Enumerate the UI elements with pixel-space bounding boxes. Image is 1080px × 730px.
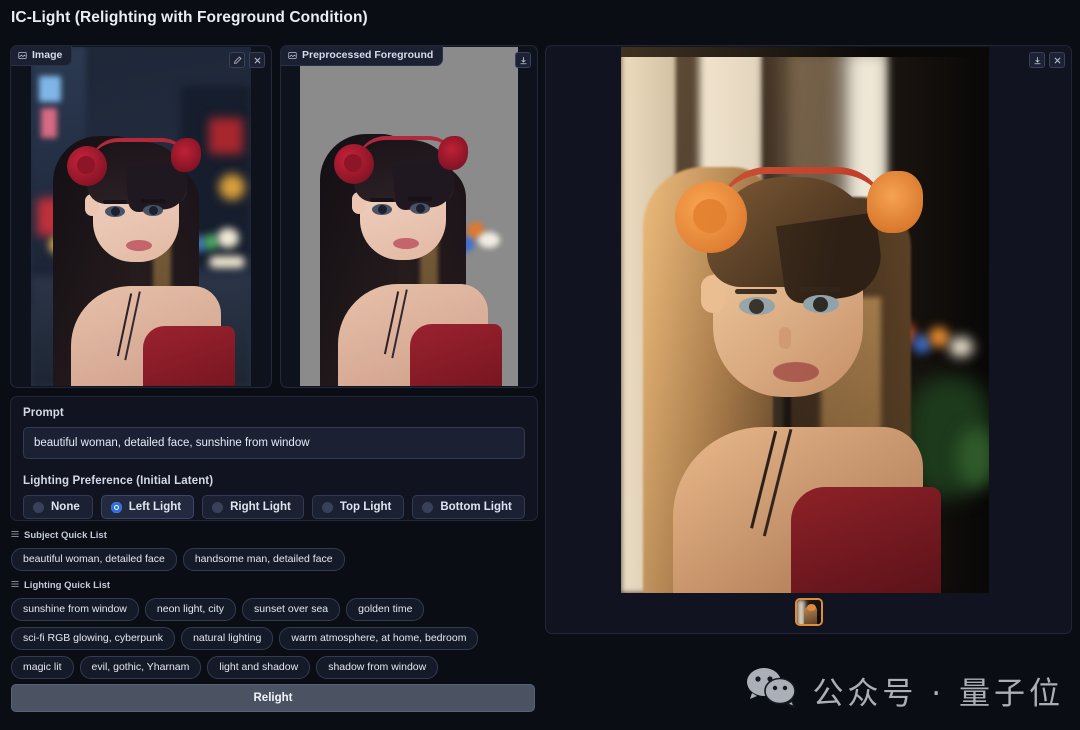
relight-button[interactable]: Relight bbox=[11, 684, 535, 712]
output-panel bbox=[545, 45, 1072, 634]
page-title: IC-Light (Relighting with Foreground Con… bbox=[11, 9, 368, 27]
radio-label: Left Light bbox=[129, 501, 181, 513]
preprocessed-foreground-panel[interactable]: Preprocessed Foreground bbox=[280, 45, 538, 388]
radio-bottom-light[interactable]: Bottom Light bbox=[412, 495, 525, 519]
radio-top-light[interactable]: Top Light bbox=[312, 495, 405, 519]
download-icon[interactable] bbox=[515, 52, 531, 68]
input-panel-tag: Image bbox=[11, 46, 72, 66]
foreground-panel-tools bbox=[515, 52, 531, 68]
prompt-input[interactable] bbox=[23, 427, 525, 459]
output-image[interactable] bbox=[621, 47, 989, 593]
radio-left-light[interactable]: Left Light bbox=[101, 495, 194, 519]
watermark: 公众号 · 量子位 bbox=[746, 667, 1064, 714]
radio-indicator bbox=[422, 502, 433, 513]
lighting-chip[interactable]: sunset over sea bbox=[242, 598, 340, 621]
list-icon bbox=[11, 580, 19, 591]
image-icon bbox=[288, 51, 297, 60]
result-gallery bbox=[546, 598, 1071, 626]
lighting-chip[interactable]: golden time bbox=[346, 598, 424, 621]
input-panel-label: Image bbox=[32, 49, 62, 61]
radio-indicator bbox=[212, 502, 223, 513]
lighting-chip[interactable]: evil, gothic, Yharnam bbox=[80, 656, 202, 679]
wechat-icon bbox=[746, 667, 798, 714]
radio-indicator bbox=[33, 502, 44, 513]
radio-label: None bbox=[51, 501, 80, 513]
input-panel-tools bbox=[229, 52, 265, 68]
lighting-quick-list-header: Lighting Quick List bbox=[11, 580, 541, 591]
subject-quick-list-header: Subject Quick List bbox=[11, 530, 541, 541]
radio-none[interactable]: None bbox=[23, 495, 93, 519]
lighting-chip[interactable]: shadow from window bbox=[316, 656, 438, 679]
output-panel-tools bbox=[1029, 52, 1065, 68]
subject-chip[interactable]: beautiful woman, detailed face bbox=[11, 548, 177, 571]
close-icon[interactable] bbox=[249, 52, 265, 68]
radio-indicator bbox=[322, 502, 333, 513]
ic-light-app: IC-Light (Relighting with Foreground Con… bbox=[0, 0, 1080, 730]
lighting-preference-radio-group: None Left Light Right Light Top Light Bo… bbox=[23, 495, 525, 519]
relight-button-wrap: Relight bbox=[11, 684, 535, 712]
radio-label: Top Light bbox=[340, 501, 392, 513]
pencil-icon[interactable] bbox=[229, 52, 245, 68]
download-icon[interactable] bbox=[1029, 52, 1045, 68]
subject-chip-row: beautiful woman, detailed face handsome … bbox=[11, 548, 541, 571]
lighting-chip[interactable]: sci-fi RGB glowing, cyberpunk bbox=[11, 627, 175, 650]
image-icon bbox=[18, 51, 27, 60]
lighting-chip[interactable]: light and shadow bbox=[207, 656, 310, 679]
result-thumbnail-1[interactable] bbox=[795, 598, 823, 626]
input-image-panel[interactable]: Image bbox=[10, 45, 272, 388]
list-icon bbox=[11, 530, 19, 541]
radio-right-light[interactable]: Right Light bbox=[202, 495, 304, 519]
radio-label: Bottom Light bbox=[440, 501, 512, 513]
lighting-chip[interactable]: magic lit bbox=[11, 656, 74, 679]
watermark-text: 公众号 · 量子位 bbox=[812, 668, 1064, 713]
radio-indicator bbox=[111, 502, 122, 513]
prompt-label: Prompt bbox=[23, 407, 525, 419]
subject-chip[interactable]: handsome man, detailed face bbox=[183, 548, 345, 571]
lighting-quick-list-label: Lighting Quick List bbox=[24, 580, 110, 591]
lighting-chip[interactable]: warm atmosphere, at home, bedroom bbox=[279, 627, 478, 650]
lighting-chip[interactable]: natural lighting bbox=[181, 627, 273, 650]
subject-quick-list: Subject Quick List beautiful woman, deta… bbox=[11, 530, 541, 571]
foreground-panel-tag: Preprocessed Foreground bbox=[281, 46, 443, 66]
close-icon[interactable] bbox=[1049, 52, 1065, 68]
foreground-panel-label: Preprocessed Foreground bbox=[302, 49, 433, 61]
lighting-chip[interactable]: sunshine from window bbox=[11, 598, 139, 621]
lighting-chip[interactable]: neon light, city bbox=[145, 598, 236, 621]
subject-quick-list-label: Subject Quick List bbox=[24, 530, 107, 541]
lighting-preference-label: Lighting Preference (Initial Latent) bbox=[23, 475, 525, 487]
radio-label: Right Light bbox=[230, 501, 291, 513]
controls-panel: Prompt Lighting Preference (Initial Late… bbox=[10, 396, 538, 521]
